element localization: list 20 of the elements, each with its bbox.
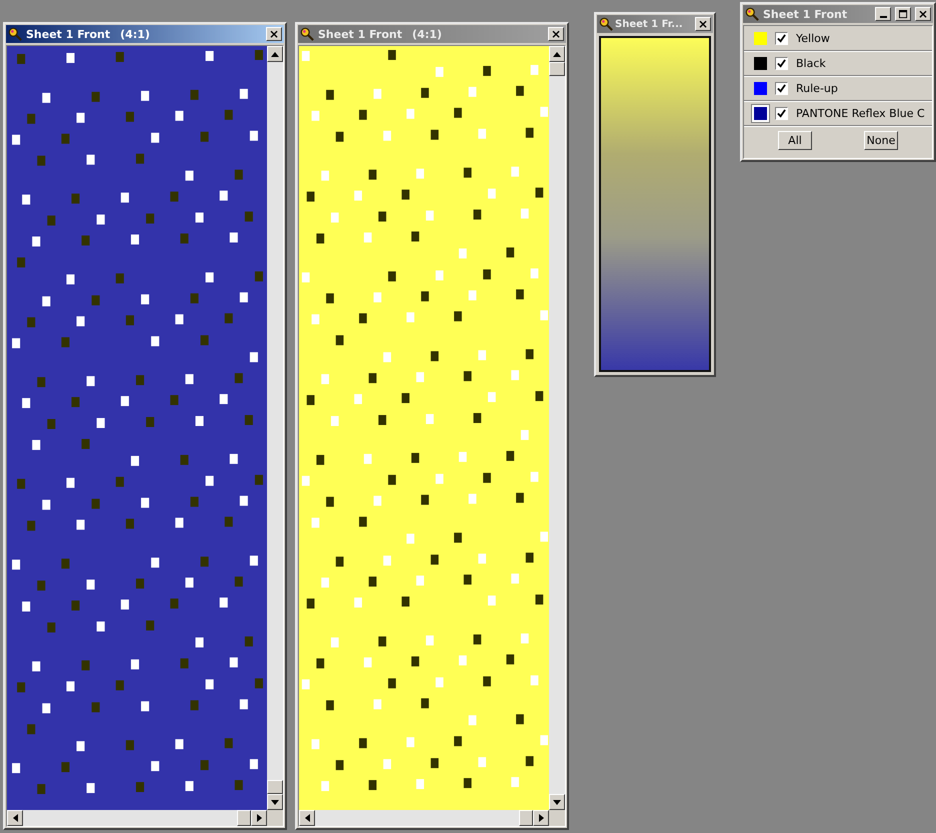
close-button[interactable]: × [915, 7, 931, 21]
zoom-ratio: (4:1) [412, 28, 442, 40]
window-title: Sheet 1 Front [26, 28, 110, 40]
zoom-ratio: (4:1) [120, 28, 150, 40]
window-title: Sheet 1 Front [763, 8, 848, 20]
close-button[interactable]: × [548, 27, 564, 41]
window-title: Sheet 1 Fr... [615, 18, 683, 30]
window-title: Sheet 1 Front [318, 28, 402, 40]
close-button[interactable]: × [695, 17, 711, 31]
separation-name: Black [796, 56, 826, 70]
title-bar[interactable]: Sheet 1 Front × [743, 5, 933, 23]
title-bar[interactable]: Sheet 1 Front (4:1) × [298, 25, 566, 43]
title-bar[interactable]: Sheet 1 Fr... × [597, 15, 713, 33]
panel-button[interactable]: None [864, 131, 898, 150]
separation-name: Rule-up [796, 82, 838, 94]
separation-name: PANTONE Reflex Blue C [796, 106, 925, 120]
title-bar[interactable]: Sheet 1 Front (4:1) × [6, 25, 284, 43]
close-button[interactable]: × [266, 27, 282, 41]
panel-button[interactable]: All [778, 131, 812, 150]
separation-name: Yellow [796, 32, 830, 44]
